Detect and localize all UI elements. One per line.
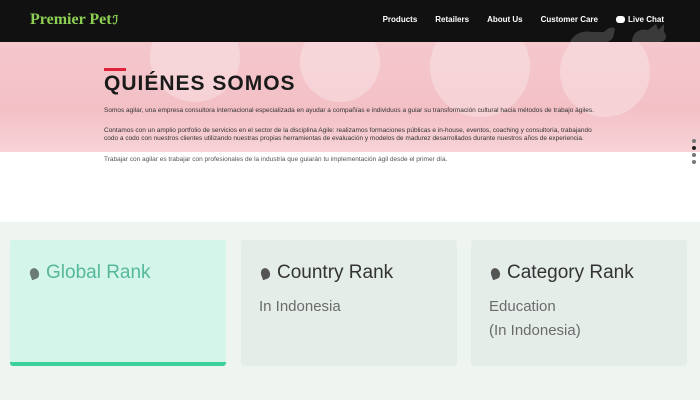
category-region: (In Indonesia) — [489, 322, 581, 339]
card-title: Country Rank — [277, 262, 394, 283]
hero-photo-shape — [430, 42, 530, 117]
title-accent-bar — [104, 68, 126, 71]
card-header: Category Rank — [489, 262, 634, 284]
hero-banner: QUIÉNES SOMOS Somos agilar, una empresa … — [0, 42, 700, 152]
nav-retailers[interactable]: Retailers — [435, 15, 469, 24]
card-subtitle: In Indonesia — [259, 298, 341, 315]
category-rank-card[interactable]: Category Rank Education (In Indonesia) — [471, 240, 687, 366]
top-nav: Premier Petℐ Products Retailers About Us… — [0, 0, 700, 42]
slider-dot[interactable] — [692, 153, 696, 157]
country-rank-card[interactable]: Country Rank In Indonesia — [241, 240, 457, 366]
brand-logo[interactable]: Premier Petℐ — [30, 11, 118, 29]
card-header: Global Rank — [28, 262, 151, 284]
card-header: Country Rank — [259, 262, 394, 284]
leaf-icon — [259, 266, 272, 280]
leaf-icon — [28, 266, 41, 280]
paw-icon: ℐ — [112, 13, 119, 27]
card-subtitle: Education (In Indonesia) — [489, 295, 581, 343]
brand-name: Premier Pet — [30, 11, 112, 28]
leaf-icon — [489, 266, 502, 280]
hero-title: QUIÉNES SOMOS — [104, 72, 296, 95]
category-name: Education — [489, 298, 556, 315]
slider-pagination[interactable] — [692, 139, 696, 164]
card-title: Global Rank — [46, 262, 151, 283]
slider-dot[interactable] — [692, 139, 696, 143]
hero-photo-shape — [560, 42, 650, 117]
hero-paragraph-2: Contamos con un amplio portfolio de serv… — [104, 127, 592, 142]
slider-dot[interactable] — [692, 160, 696, 164]
hero-paragraph-3: Trabajar con agilar es trabajar con prof… — [104, 156, 448, 163]
pet-silhouettes-icon — [570, 24, 667, 42]
hero-paragraph-1: Somos agilar, una empresa consultora int… — [104, 107, 594, 114]
global-rank-card[interactable]: Global Rank — [10, 240, 226, 366]
card-title: Category Rank — [507, 262, 634, 283]
nav-about-us[interactable]: About Us — [487, 15, 523, 24]
slider-dot-active[interactable] — [692, 146, 696, 150]
hero-photo-shape — [300, 42, 380, 102]
nav-products[interactable]: Products — [383, 15, 418, 24]
